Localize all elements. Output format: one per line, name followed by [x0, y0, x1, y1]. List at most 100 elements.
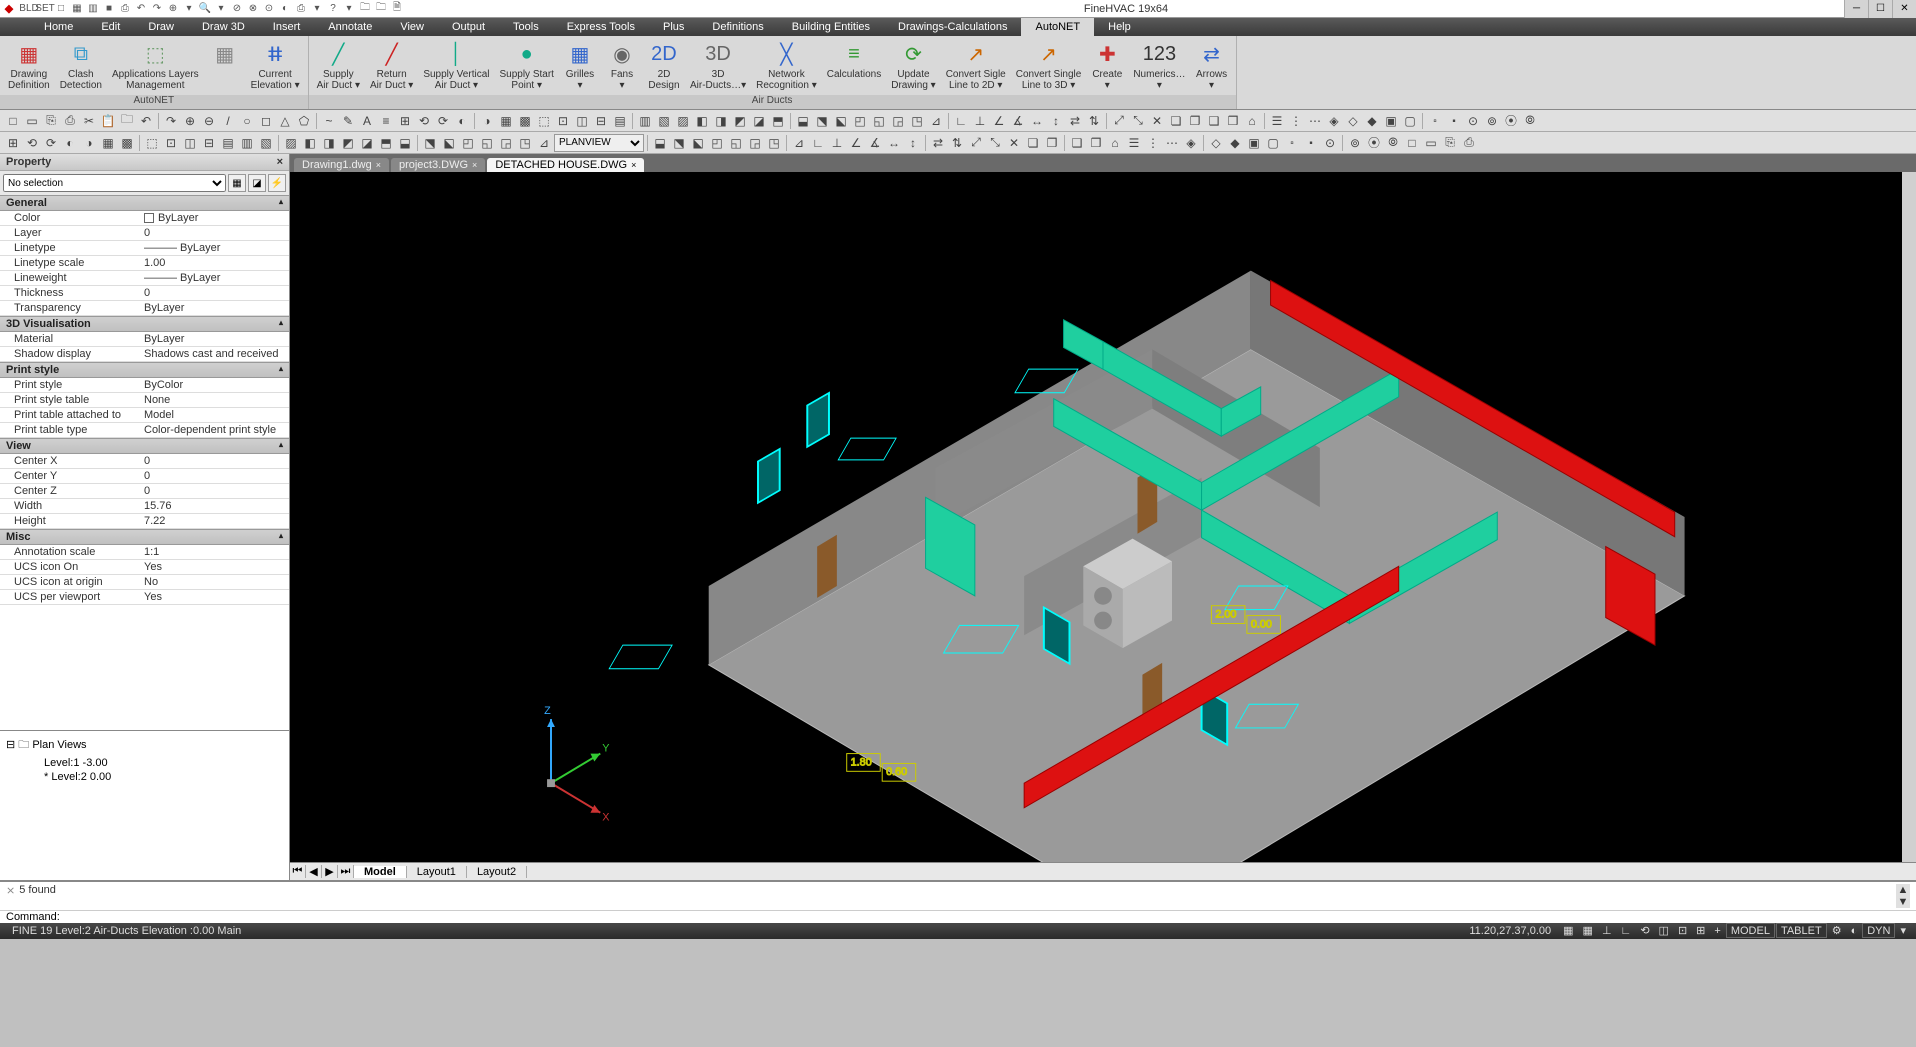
- layout-tab-layout1[interactable]: Layout1: [407, 866, 467, 878]
- doc-tab[interactable]: Drawing1.dwg×: [294, 158, 389, 172]
- tab-close-icon[interactable]: ×: [631, 160, 636, 170]
- toolbar-button[interactable]: ∡: [866, 134, 884, 152]
- toolbar-button[interactable]: ∠: [990, 112, 1008, 130]
- menu-autonet[interactable]: AutoNET: [1021, 18, 1094, 36]
- toolbar-button[interactable]: ◪: [750, 112, 768, 130]
- toolbar-button[interactable]: ⊟: [592, 112, 610, 130]
- prop-row[interactable]: Lineweight——— ByLayer: [0, 271, 289, 286]
- prop-row[interactable]: Print style tableNone: [0, 393, 289, 408]
- toolbar-button[interactable]: ⬓: [794, 112, 812, 130]
- ribbon-fans[interactable]: ◉Fans ▾: [602, 38, 642, 95]
- ribbon-current[interactable]: ⵌCurrent Elevation ▾: [247, 38, 304, 95]
- toolbar-button[interactable]: ↔: [1028, 112, 1046, 130]
- toolbar-button[interactable]: ⬝: [1445, 112, 1463, 130]
- menu-output[interactable]: Output: [438, 18, 499, 36]
- menu-home[interactable]: Home: [30, 18, 87, 36]
- toolbar-button[interactable]: ⬓: [396, 134, 414, 152]
- status-button-1[interactable]: ▦: [1579, 923, 1597, 938]
- toolbar-button[interactable]: ⬓: [651, 134, 669, 152]
- ribbon-drawing[interactable]: ▦Drawing Definition: [4, 38, 54, 95]
- toolbar-button[interactable]: ❏: [1167, 112, 1185, 130]
- qat-button-20[interactable]: ▾: [342, 2, 356, 16]
- toolbar-button[interactable]: ⇅: [1085, 112, 1103, 130]
- ribbon-network[interactable]: ╳Network Recognition ▾: [752, 38, 821, 95]
- menu-insert[interactable]: Insert: [259, 18, 315, 36]
- prop-row[interactable]: MaterialByLayer: [0, 332, 289, 347]
- toolbar-button[interactable]: ▢: [1264, 134, 1282, 152]
- prop-group-view[interactable]: View▴: [0, 438, 289, 454]
- prop-row[interactable]: Linetype scale1.00: [0, 256, 289, 271]
- prop-row[interactable]: Height7.22: [0, 514, 289, 529]
- layout-tab-layout2[interactable]: Layout2: [467, 866, 527, 878]
- toolbar-button[interactable]: ⊙: [1321, 134, 1339, 152]
- menu-edit[interactable]: Edit: [87, 18, 134, 36]
- layout-nav-last-icon[interactable]: ⏭: [338, 865, 354, 878]
- toolbar-button[interactable]: ∠: [847, 134, 865, 152]
- qat-button-2[interactable]: □: [54, 2, 68, 16]
- command-scrollbar[interactable]: ▲▼: [1896, 884, 1910, 908]
- prop-row[interactable]: TransparencyByLayer: [0, 301, 289, 316]
- status-button-8[interactable]: +: [1710, 923, 1724, 938]
- toolbar-button[interactable]: ⟲: [415, 112, 433, 130]
- toolbar-button[interactable]: ◻: [257, 112, 275, 130]
- toolbar-button[interactable]: ❑: [1068, 134, 1086, 152]
- qat-button-22[interactable]: 🗀: [374, 2, 388, 16]
- maximize-button[interactable]: ☐: [1868, 0, 1892, 18]
- qat-button-13[interactable]: ⊘: [230, 2, 244, 16]
- layout-nav-first-icon[interactable]: ⏮: [290, 865, 306, 878]
- toolbar-button[interactable]: ⤡: [986, 134, 1004, 152]
- selection-dropdown[interactable]: No selection: [3, 174, 226, 192]
- status-button-10[interactable]: TABLET: [1776, 923, 1827, 938]
- toolbar-button[interactable]: ⊙: [1464, 112, 1482, 130]
- toolbar-button[interactable]: ◳: [908, 112, 926, 130]
- qat-button-11[interactable]: 🔍: [198, 2, 212, 16]
- ribbon-clash[interactable]: ⧉Clash Detection: [56, 38, 106, 95]
- toolbar-button[interactable]: ⦾: [1384, 134, 1402, 152]
- toolbar-button[interactable]: ◑: [80, 134, 98, 152]
- toolbar-button[interactable]: ⊚: [1346, 134, 1364, 152]
- menu-tools[interactable]: Tools: [499, 18, 553, 36]
- toolbar-button[interactable]: ✕: [1148, 112, 1166, 130]
- toolbar-button[interactable]: ◈: [1182, 134, 1200, 152]
- toolbar-button[interactable]: ◳: [516, 134, 534, 152]
- vertical-scrollbar[interactable]: [1902, 172, 1916, 862]
- toolbar-button[interactable]: ❐: [1186, 112, 1204, 130]
- toolbar-button[interactable]: ∟: [952, 112, 970, 130]
- toolbar-button[interactable]: ▤: [611, 112, 629, 130]
- ribbon-return[interactable]: ╱Return Air Duct ▾: [366, 38, 417, 95]
- toolbar-button[interactable]: ⋯: [1163, 134, 1181, 152]
- toolbar-button[interactable]: ⬔: [813, 112, 831, 130]
- toolbar-button[interactable]: ○: [238, 112, 256, 130]
- qat-button-9[interactable]: ⊕: [166, 2, 180, 16]
- toolbar-button[interactable]: ⬚: [143, 134, 161, 152]
- plan-views-tree[interactable]: ⊟ 🗀 Plan Views Level:1 -3.00 * Level:2 0…: [0, 730, 289, 880]
- qat-button-5[interactable]: ■: [102, 2, 116, 16]
- toolbar-button[interactable]: ▭: [23, 112, 41, 130]
- toolbar-button[interactable]: ▢: [1401, 112, 1419, 130]
- property-close-icon[interactable]: ×: [277, 156, 283, 168]
- toolbar-button[interactable]: □: [1403, 134, 1421, 152]
- toolbar-button[interactable]: ⤡: [1129, 112, 1147, 130]
- ribbon-btn[interactable]: ▦: [205, 38, 245, 95]
- toolbar-button[interactable]: ⬕: [440, 134, 458, 152]
- ribbon-create[interactable]: ✚Create ▾: [1087, 38, 1127, 95]
- toolbar-button[interactable]: ◑: [478, 112, 496, 130]
- tab-close-icon[interactable]: ×: [472, 160, 477, 170]
- toolbar-button[interactable]: ⦿: [1502, 112, 1520, 130]
- toolbar-button[interactable]: ◆: [1363, 112, 1381, 130]
- doc-tab[interactable]: project3.DWG×: [391, 158, 485, 172]
- toolbar-button[interactable]: ⊥: [971, 112, 989, 130]
- toolbar-button[interactable]: ⌂: [1243, 112, 1261, 130]
- toolbar-button[interactable]: 🗀: [118, 112, 136, 130]
- toolbar-button[interactable]: ⤢: [1110, 112, 1128, 130]
- ribbon-grilles[interactable]: ▦Grilles ▾: [560, 38, 600, 95]
- toolbar-button[interactable]: ❒: [1087, 134, 1105, 152]
- toolbar-button[interactable]: ▭: [1422, 134, 1440, 152]
- prop-group-print-style[interactable]: Print style▴: [0, 362, 289, 378]
- toolbar-button[interactable]: ◳: [765, 134, 783, 152]
- qat-button-18[interactable]: ▾: [310, 2, 324, 16]
- toolbar-button[interactable]: ◰: [851, 112, 869, 130]
- ribbon-supply[interactable]: ╱Supply Air Duct ▾: [313, 38, 364, 95]
- layout-nav-prev-icon[interactable]: ◀: [306, 865, 322, 878]
- toolbar-button[interactable]: ◧: [693, 112, 711, 130]
